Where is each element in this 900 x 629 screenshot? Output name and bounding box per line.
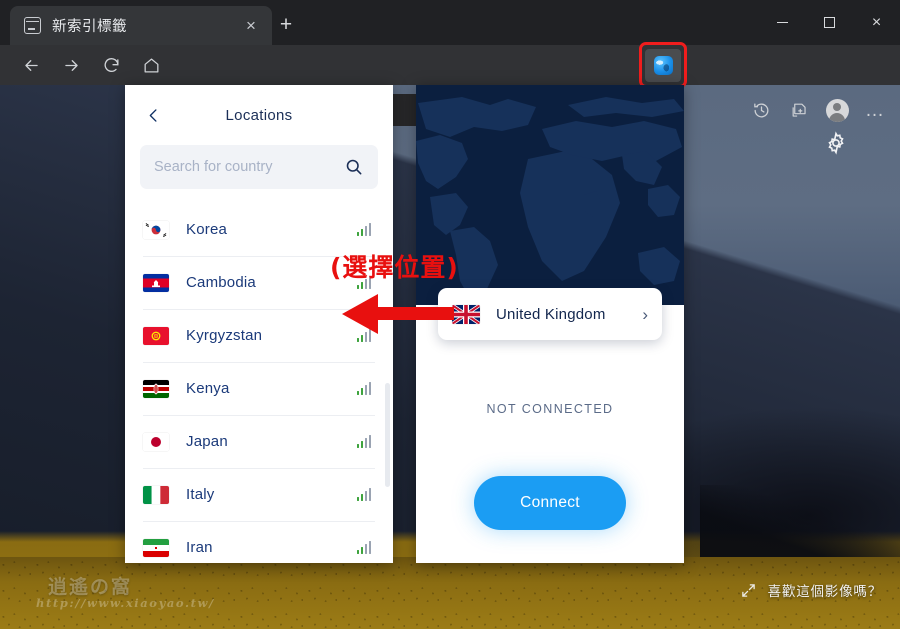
flag-ke: [143, 379, 169, 398]
browser-window: 喜歡這個影像嗎？ 逍遙の窩 http://www.xiaoyao.tw/ 新索引…: [0, 0, 900, 629]
maximize-button[interactable]: [806, 0, 853, 45]
flag-it: [143, 485, 169, 504]
expand-diagonal-icon[interactable]: [741, 583, 756, 598]
annotation-text: (選擇位置): [330, 253, 459, 282]
watermark-title: 逍遙の窩: [48, 576, 133, 598]
country-name: Cambodia: [186, 274, 256, 291]
selected-location-name: United Kingdom: [496, 305, 606, 323]
back-arrow-icon[interactable]: [14, 49, 48, 81]
close-icon[interactable]: ×: [238, 13, 264, 39]
back-chevron-icon[interactable]: [139, 101, 167, 129]
settings-and-more-button[interactable]: …: [858, 94, 892, 126]
more-dots-icon: …: [865, 99, 885, 121]
history-icon[interactable]: [744, 94, 778, 126]
close-icon: ×: [871, 13, 882, 31]
selected-location-card[interactable]: United Kingdom ›: [438, 288, 662, 340]
connection-status: NOT CONNECTED: [486, 402, 614, 416]
locations-scrollbar[interactable]: [385, 383, 390, 487]
spotlight-like-text: 喜歡這個影像嗎？: [767, 584, 882, 599]
list-item[interactable]: Japan: [125, 415, 393, 468]
flag-jp: [143, 432, 169, 451]
signal-strength-icon: [356, 223, 371, 236]
vpn-panel: United Kingdom › NOT CONNECTED Connect: [416, 85, 684, 563]
flag-ir: [143, 538, 169, 557]
country-name: Korea: [186, 221, 228, 238]
country-name: Italy: [186, 486, 215, 503]
vpn-extension-slot: [688, 94, 740, 126]
refresh-icon[interactable]: [94, 49, 128, 81]
search-icon[interactable]: [344, 157, 364, 177]
locations-header: Locations: [125, 85, 393, 145]
connect-button[interactable]: Connect: [474, 476, 626, 530]
watermark-url: http://www.xiaoyao.tw/: [36, 596, 215, 610]
profile-avatar-icon[interactable]: [820, 94, 854, 126]
country-name: Iran: [186, 539, 213, 556]
signal-strength-icon: [356, 488, 371, 501]
left-arrow-annotation: [338, 292, 454, 336]
country-name: Kyrgyzstan: [186, 327, 263, 344]
window-close-button[interactable]: ×: [853, 0, 900, 45]
search-input[interactable]: [154, 159, 344, 175]
flag-kh: [143, 273, 169, 292]
new-tab-page-icon: [24, 17, 41, 34]
collections-icon[interactable]: [782, 94, 816, 126]
tab-title: 新索引標籤: [52, 19, 127, 35]
gear-icon[interactable]: [824, 131, 848, 155]
forward-arrow-icon[interactable]: [54, 49, 88, 81]
flag-kg: [143, 326, 169, 345]
minimize-button[interactable]: [759, 0, 806, 45]
list-item[interactable]: Italy: [125, 468, 393, 521]
spotlight-like-prompt[interactable]: 喜歡這個影像嗎？: [741, 580, 882, 600]
home-icon[interactable]: [134, 49, 168, 81]
country-search-box[interactable]: [140, 145, 378, 189]
flag-gb: [452, 304, 480, 324]
country-name: Japan: [186, 433, 228, 450]
vpn-extension-button-highlighted[interactable]: [639, 42, 687, 88]
flag-kr: [143, 220, 169, 239]
title-bar: 新索引標籤 × + ×: [0, 0, 900, 45]
signal-strength-icon: [356, 435, 371, 448]
vpn-globe-icon: [653, 55, 673, 75]
window-controls: ×: [759, 0, 900, 45]
chevron-right-icon[interactable]: ›: [642, 306, 648, 323]
signal-strength-icon: [356, 541, 371, 554]
signal-strength-icon: [356, 382, 371, 395]
list-item[interactable]: Kenya: [125, 362, 393, 415]
toolbar-right-icons: …: [648, 94, 894, 126]
country-name: Kenya: [186, 380, 230, 397]
new-tab-button[interactable]: +: [272, 11, 300, 39]
list-item[interactable]: Iran: [125, 521, 393, 563]
browser-toolbar: 搜尋或輸入網址 …: [0, 45, 900, 126]
browser-tab[interactable]: 新索引標籤 ×: [10, 6, 272, 45]
avatar: [825, 98, 849, 122]
